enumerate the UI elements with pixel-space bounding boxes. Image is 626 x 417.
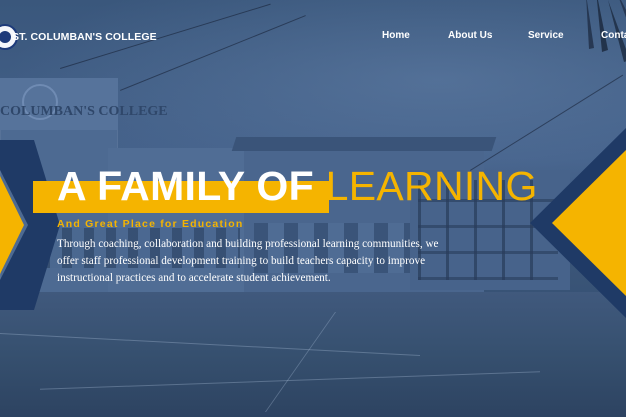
site-header: ST. COLUMBAN'S COLLEGE Home About Us Ser… <box>0 0 626 70</box>
left-chevron-decoration <box>0 140 60 310</box>
nav-service[interactable]: Service <box>528 30 564 41</box>
nav-about-us[interactable]: About Us <box>448 30 492 41</box>
nav-contact[interactable]: Contact <box>601 30 626 41</box>
hero-description: Through coaching, collaboration and buil… <box>57 236 467 287</box>
nav-home[interactable]: Home <box>382 30 410 41</box>
court-line <box>0 332 420 357</box>
building-sign: COLUMBAN'S COLLEGE <box>0 104 168 119</box>
hero-description-line: Through coaching, collaboration and buil… <box>57 238 439 250</box>
hero-description-line: instructional practices and to accelerat… <box>57 272 331 284</box>
hero-title-part1: A FAMILY OF <box>57 163 314 209</box>
building-roof <box>231 137 497 151</box>
right-chevron-decoration <box>530 128 626 318</box>
hero-title-part2: LEARNING <box>325 163 538 209</box>
hero-subtitle: And Great Place for Education <box>57 218 244 230</box>
main-nav: Home About Us Service Contact <box>0 30 626 44</box>
court-line <box>264 312 337 412</box>
hero-title: A FAMILY OF LEARNING <box>57 163 538 209</box>
hero-description-line: offer staff professional development tra… <box>57 255 426 267</box>
hero-section: COLUMBAN'S COLLEGE ST. COLUMBAN'S COLLEG <box>0 0 626 417</box>
